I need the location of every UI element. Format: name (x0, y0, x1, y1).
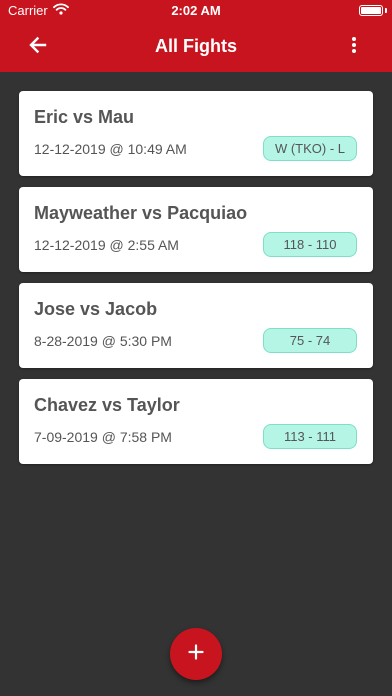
more-vertical-icon (351, 36, 357, 59)
fight-card[interactable]: Jose vs Jacob 8-28-2019 @ 5:30 PM 75 - 7… (19, 283, 373, 368)
battery-icon (359, 5, 383, 16)
fight-title: Mayweather vs Pacquiao (34, 203, 248, 223)
fight-date: 7-09-2019 @ 7:58 PM (34, 429, 172, 445)
fight-title: Chavez vs Taylor (34, 395, 180, 415)
status-time: 2:02 AM (171, 3, 221, 18)
app-header: Carrier 2:02 AM All Fights (0, 0, 392, 72)
fight-list: Eric vs Mau 12-12-2019 @ 10:49 AM W (TKO… (19, 91, 373, 475)
add-fight-button[interactable] (170, 628, 222, 680)
score-badge: 113 - 111 (263, 424, 357, 449)
battery-nub (385, 8, 387, 13)
fight-title: Jose vs Jacob (34, 299, 158, 319)
arrow-left-icon (28, 35, 48, 60)
fight-date: 8-28-2019 @ 5:30 PM (34, 333, 172, 349)
fight-card[interactable]: Chavez vs Taylor 7-09-2019 @ 7:58 PM 113… (19, 379, 373, 464)
status-bar: Carrier 2:02 AM (0, 0, 392, 22)
fight-date: 12-12-2019 @ 2:55 AM (34, 237, 179, 253)
score-badge: W (TKO) - L (263, 136, 357, 161)
fight-card[interactable]: Eric vs Mau 12-12-2019 @ 10:49 AM W (TKO… (19, 91, 373, 176)
nav-bar: All Fights (0, 22, 392, 72)
page-title: All Fights (155, 36, 237, 56)
fight-date: 12-12-2019 @ 10:49 AM (34, 141, 187, 157)
score-badge: 118 - 110 (263, 232, 357, 257)
score-badge: 75 - 74 (263, 328, 357, 353)
fight-card[interactable]: Mayweather vs Pacquiao 12-12-2019 @ 2:55… (19, 187, 373, 272)
fight-title: Eric vs Mau (34, 107, 135, 127)
more-options-button[interactable] (344, 33, 364, 61)
plus-icon (188, 643, 204, 665)
back-button[interactable] (24, 33, 52, 61)
